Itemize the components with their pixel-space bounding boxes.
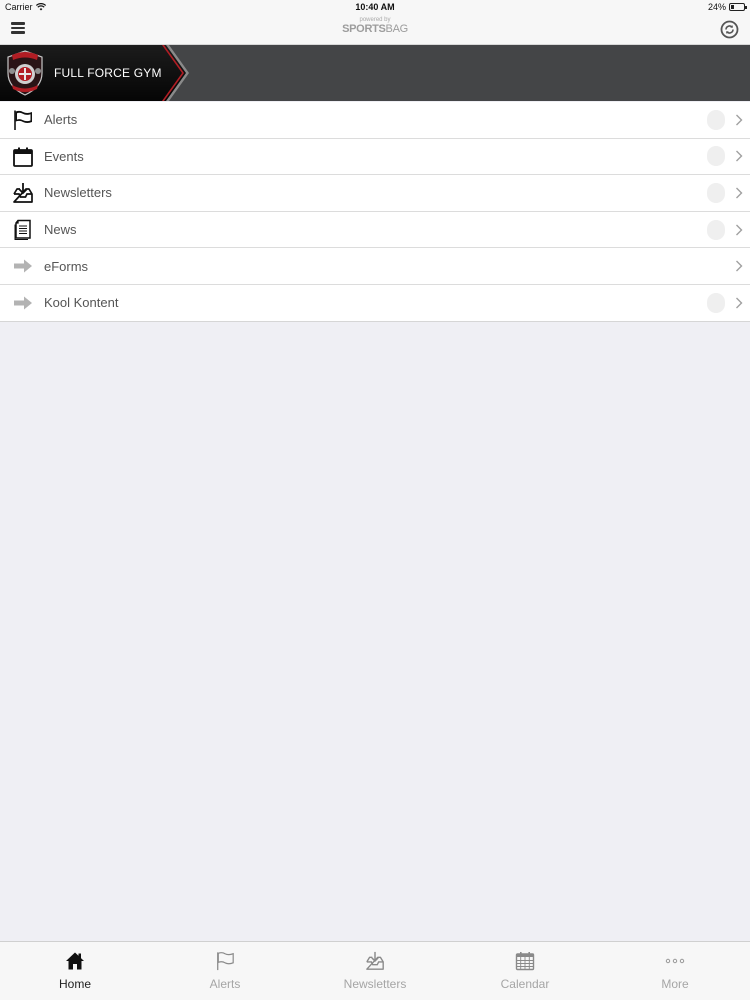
tab-more[interactable]: More [600, 942, 750, 1000]
menu-row-news[interactable]: News [0, 211, 750, 249]
status-right: 24% [707, 2, 747, 12]
tab-label: Home [58, 977, 91, 991]
count-badge [707, 292, 725, 313]
document-icon [12, 219, 34, 241]
flag-icon [215, 951, 235, 971]
tab-newsletters[interactable]: Newsletters [300, 942, 450, 1000]
club-banner: FULL FORCE GYM [0, 45, 750, 101]
count-badge [707, 146, 725, 167]
brand-bold: SPORTS [342, 23, 386, 35]
menu-row-label: News [44, 222, 77, 238]
home-icon [65, 951, 85, 971]
battery-fill [731, 5, 734, 9]
menu-row-label: Alerts [44, 112, 78, 128]
banner-title: FULL FORCE GYM [54, 66, 162, 80]
menu-row-alerts[interactable]: Alerts [0, 102, 750, 139]
tab-label: Newsletters [343, 977, 407, 991]
menu-row-label: eForms [44, 258, 89, 274]
tab-calendar[interactable]: Calendar [450, 942, 600, 1000]
calendar-grid-icon [515, 951, 535, 971]
tab-label: Calendar [500, 977, 550, 991]
refresh-icon [720, 20, 739, 39]
menu-row-newsletters[interactable]: Newsletters [0, 175, 750, 212]
status-bar: Carrier 10:40 AM 24% [0, 0, 750, 14]
calendar-icon [12, 146, 34, 168]
battery-percent: 24% [707, 2, 726, 12]
tab-home[interactable]: Home [0, 942, 150, 1000]
menu-row-events[interactable]: Events [0, 138, 750, 176]
club-crest-logo [7, 50, 43, 96]
tab-label: More [661, 977, 689, 991]
menu-list: Alerts Events Newsletters News eForms Ko… [0, 102, 750, 322]
inbox-download-icon [365, 951, 385, 971]
tab-label: Alerts [209, 977, 241, 991]
menu-row-label: Kool Kontent [44, 295, 119, 311]
status-time: 10:40 AM [355, 2, 395, 12]
chevron-right-icon [736, 224, 743, 236]
powered-by-logo: powered by SPORTSBAG [0, 17, 750, 35]
battery-icon [729, 3, 747, 11]
menu-row-label: Events [44, 148, 84, 164]
menu-row-eforms[interactable]: eForms [0, 248, 750, 285]
flag-icon [12, 109, 34, 131]
brand-logo: SPORTSBAG [0, 24, 750, 35]
menu-row-label: Newsletters [44, 185, 112, 201]
arrow-right-icon [12, 255, 34, 277]
refresh-button[interactable] [720, 20, 739, 39]
menu-row-kool-kontent[interactable]: Kool Kontent [0, 284, 750, 322]
count-badge [707, 109, 725, 130]
chevron-right-icon [736, 187, 743, 199]
count-badge [707, 219, 725, 240]
chevron-right-icon [736, 114, 743, 126]
arrow-right-icon [12, 292, 34, 314]
brand-thin: BAG [385, 23, 409, 35]
chevron-right-icon [736, 297, 743, 309]
tab-bar: Home Alerts Newsletters Calendar More [0, 941, 750, 1000]
chevron-right-icon [736, 150, 743, 162]
more-dots-icon [665, 951, 685, 971]
chevron-right-icon [736, 260, 743, 272]
count-badge [707, 182, 725, 203]
nav-bar: powered by SPORTSBAG [0, 14, 750, 45]
inbox-download-icon [12, 182, 34, 204]
tab-alerts[interactable]: Alerts [150, 942, 300, 1000]
